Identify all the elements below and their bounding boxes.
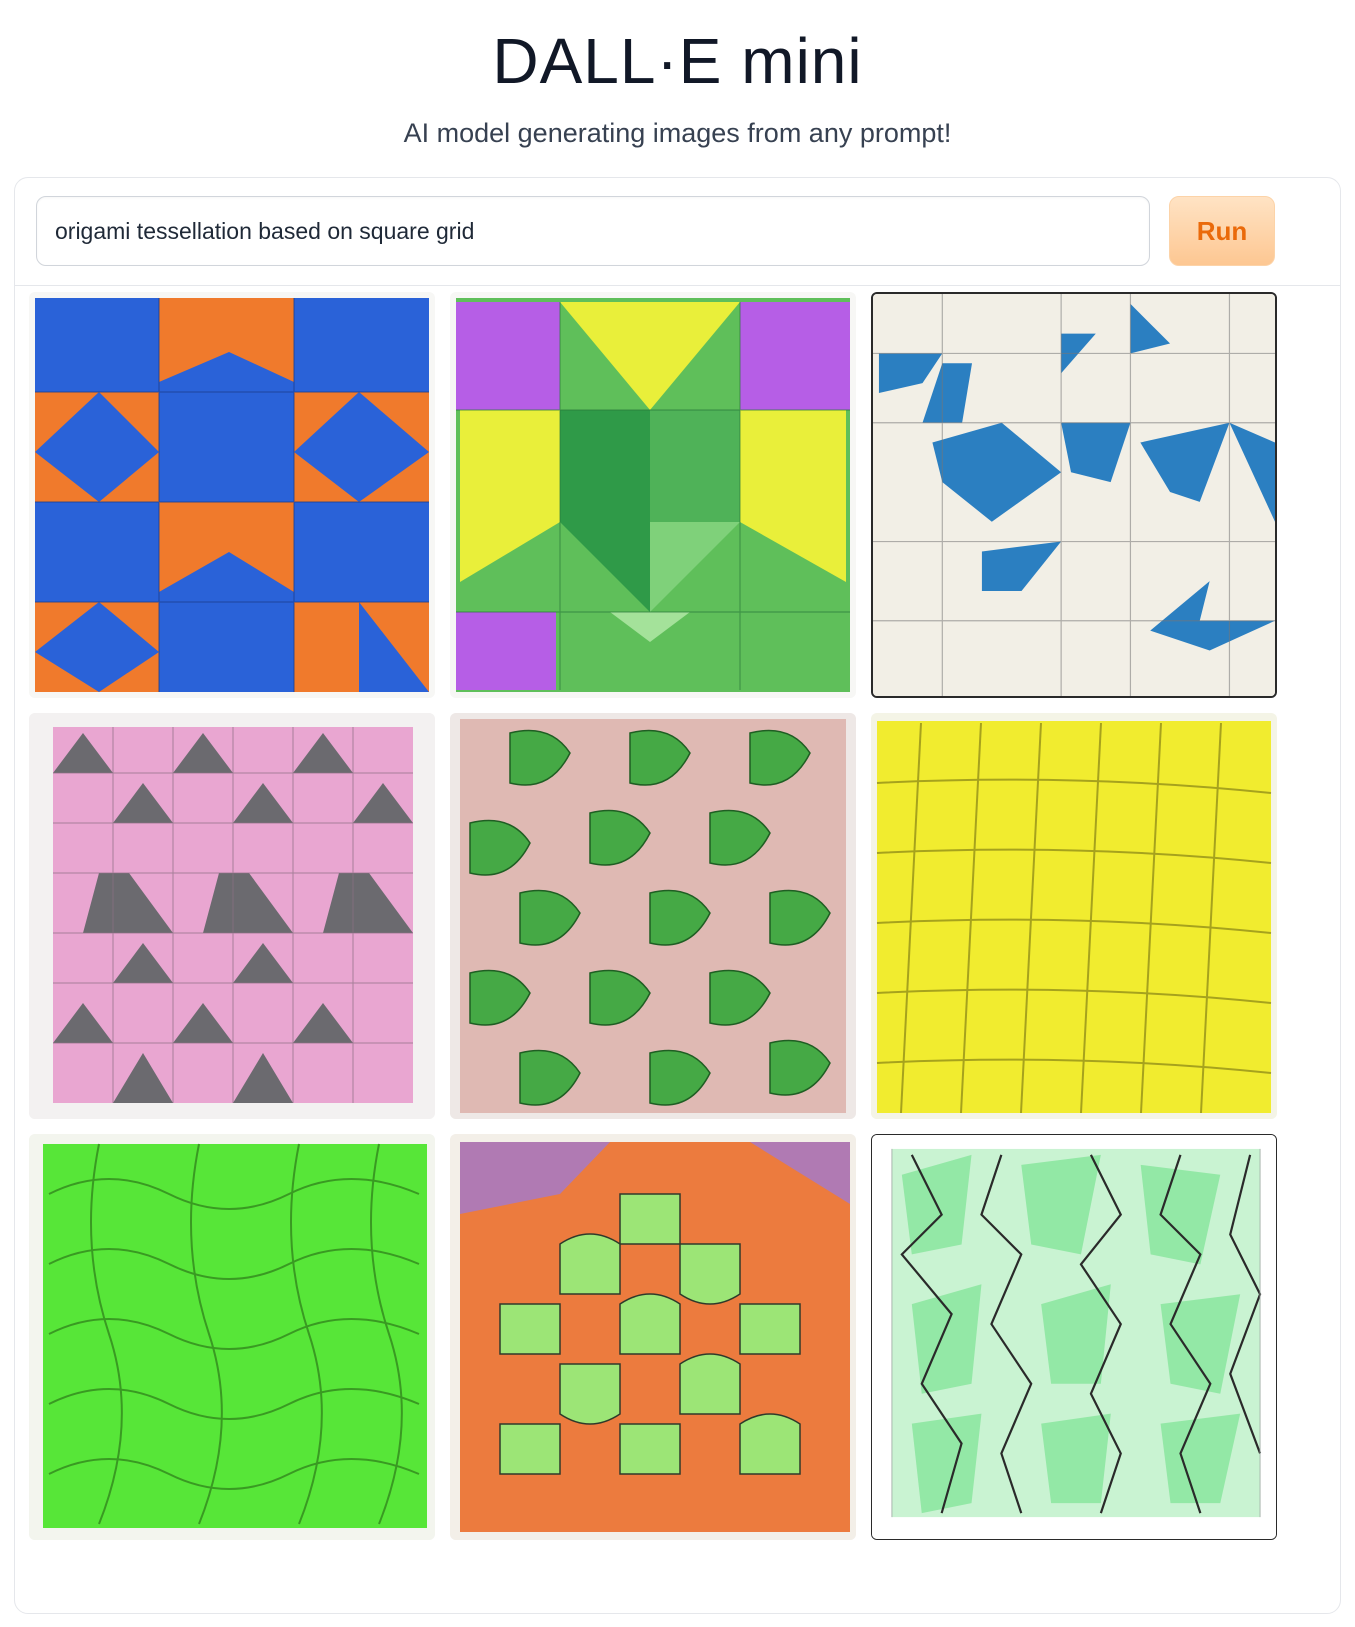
generator-panel: Run: [14, 177, 1341, 1614]
prompt-row: Run: [15, 178, 1340, 286]
generated-image-8-art: [450, 1134, 856, 1540]
generated-image-1-art: [35, 298, 429, 692]
generated-image-9[interactable]: [871, 1134, 1277, 1540]
generated-image-3[interactable]: [871, 292, 1277, 698]
generated-image-4[interactable]: [29, 713, 435, 1119]
generated-image-3-art: [873, 294, 1275, 696]
app-header: DALL·E mini AI model generating images f…: [0, 0, 1355, 150]
generated-image-1[interactable]: [29, 292, 435, 698]
generated-image-2-art: [456, 298, 850, 692]
generated-image-6[interactable]: [871, 713, 1277, 1119]
image-gallery: [29, 292, 1329, 1610]
generated-image-8[interactable]: [450, 1134, 856, 1540]
prompt-input[interactable]: [36, 196, 1150, 266]
generated-image-7[interactable]: [29, 1134, 435, 1540]
app-subtitle: AI model generating images from any prom…: [403, 118, 952, 148]
app-title: DALL·E mini: [492, 25, 863, 97]
generated-image-4-art: [29, 713, 435, 1119]
generated-image-9-art: [872, 1135, 1276, 1539]
generated-image-2[interactable]: [450, 292, 856, 698]
run-button[interactable]: Run: [1169, 196, 1275, 266]
generated-image-5-art: [450, 713, 856, 1119]
generated-image-6-art: [871, 713, 1277, 1119]
generated-image-5[interactable]: [450, 713, 856, 1119]
generated-image-7-art: [29, 1134, 435, 1540]
